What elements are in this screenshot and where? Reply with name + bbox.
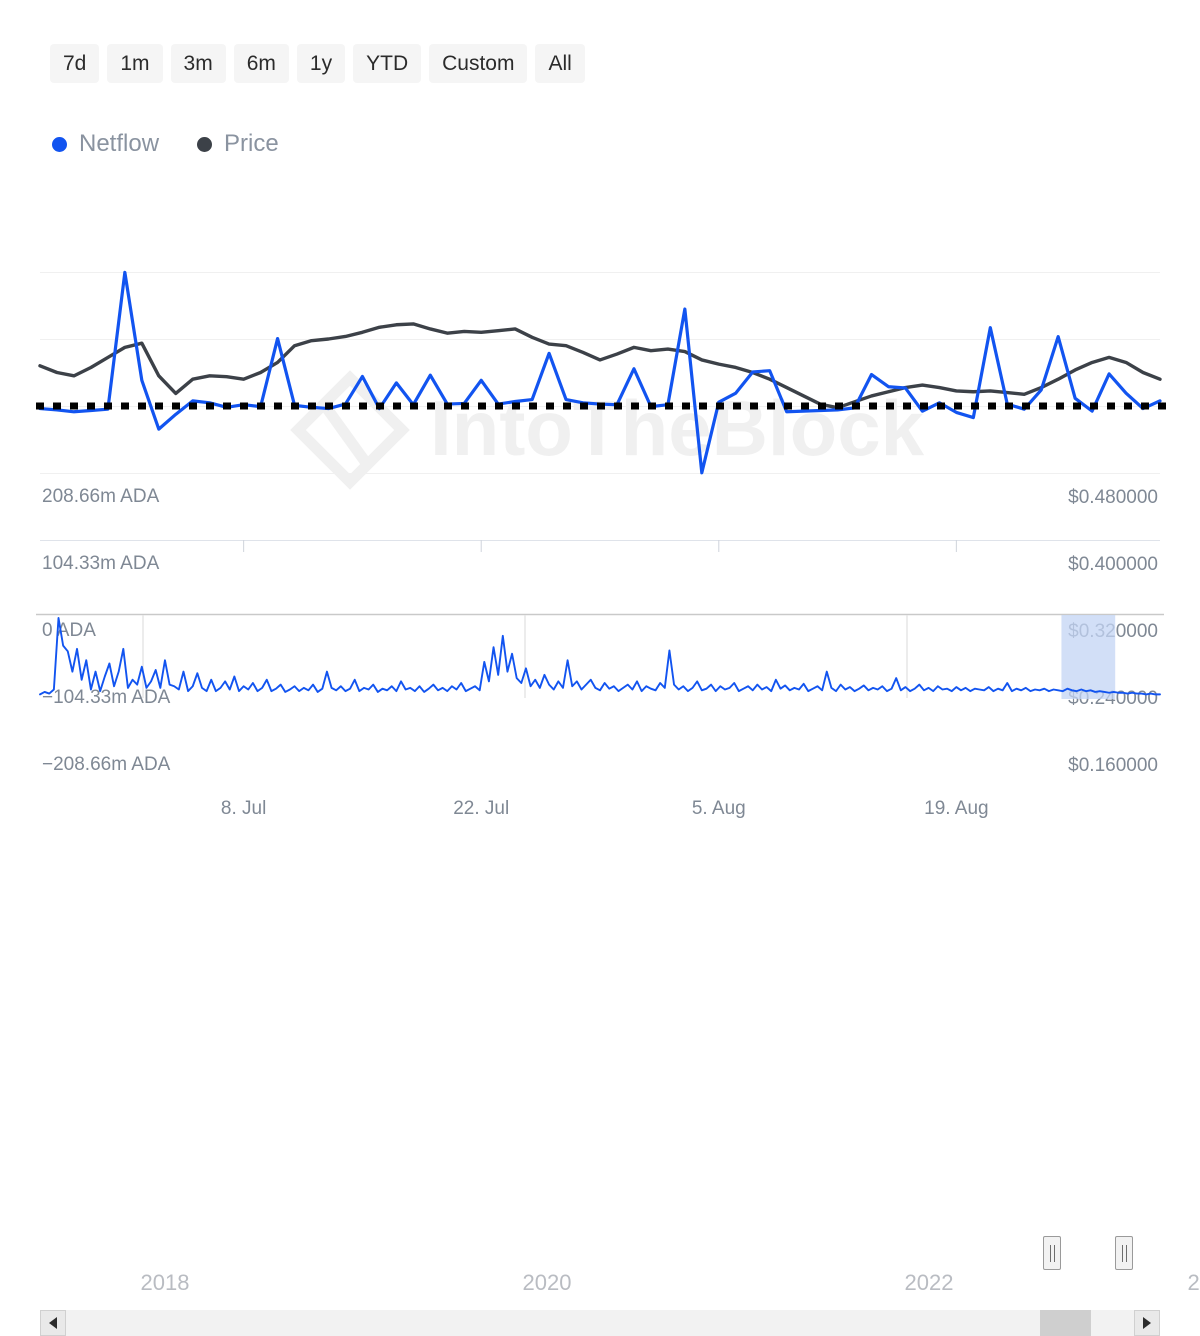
legend-dot-netflow-icon: [52, 137, 67, 152]
range-button-all[interactable]: All: [535, 44, 584, 83]
navigator-year-label: 2022: [905, 1270, 954, 1296]
svg-text:IntoTheBlock: IntoTheBlock: [430, 384, 925, 472]
navigator-year-label: 2020: [523, 1270, 572, 1296]
range-button-7d[interactable]: 7d: [50, 44, 99, 83]
plot-svg: IntoTheBlock: [0, 240, 1200, 590]
navigator-year-label: 2024: [1188, 1270, 1200, 1296]
x-tick-label: 19. Aug: [924, 798, 988, 820]
legend-label-netflow: Netflow: [79, 132, 159, 156]
y-right-tick-label: $0.480000: [1068, 487, 1158, 509]
y-left-tick-label: 104.33m ADA: [42, 553, 159, 575]
navigator-handle-right[interactable]: [1115, 1236, 1133, 1270]
chart-legend: Netflow Price: [52, 132, 279, 156]
x-tick-label: 22. Jul: [453, 798, 509, 820]
range-button-1m[interactable]: 1m: [107, 44, 162, 83]
chart-navigator[interactable]: 2018 2020 2022 2024: [0, 600, 1200, 760]
range-button-6m[interactable]: 6m: [234, 44, 289, 83]
legend-item-netflow[interactable]: Netflow: [52, 132, 159, 156]
y-right-tick-label: $0.400000: [1068, 554, 1158, 576]
main-chart-plot[interactable]: IntoTheBlock 208.66m ADA 104.33m ADA 0 A…: [0, 240, 1200, 590]
x-tick-label: 5. Aug: [692, 798, 746, 820]
chevron-right-icon: [1143, 1317, 1151, 1329]
chevron-left-icon: [49, 1317, 57, 1329]
range-button-3m[interactable]: 3m: [171, 44, 226, 83]
x-tick-label: 8. Jul: [221, 798, 266, 820]
range-button-ytd[interactable]: YTD: [353, 44, 421, 83]
y-left-tick-label: 208.66m ADA: [42, 486, 159, 508]
scrollbar-thumb[interactable]: [1040, 1310, 1091, 1336]
legend-dot-price-icon: [197, 137, 212, 152]
scrollbar-left-arrow-button[interactable]: [40, 1310, 66, 1336]
legend-label-price: Price: [224, 132, 279, 156]
navigator-svg: [0, 600, 1200, 710]
scrollbar-track[interactable]: [66, 1310, 1134, 1336]
range-button-custom[interactable]: Custom: [429, 44, 527, 83]
time-range-selector: 7d 1m 3m 6m 1y YTD Custom All: [50, 44, 585, 83]
navigator-handle-left[interactable]: [1043, 1236, 1061, 1270]
scrollbar-right-arrow-button[interactable]: [1134, 1310, 1160, 1336]
legend-item-price[interactable]: Price: [197, 132, 279, 156]
navigator-year-label: 2018: [141, 1270, 190, 1296]
range-button-1y[interactable]: 1y: [297, 44, 345, 83]
